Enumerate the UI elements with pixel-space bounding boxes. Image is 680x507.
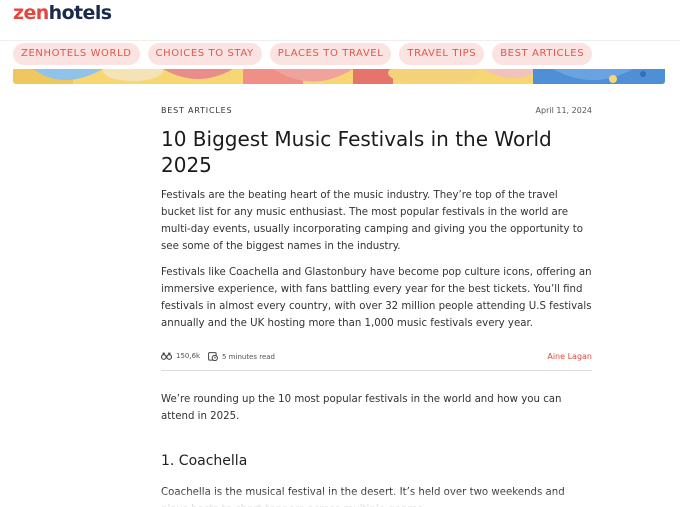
read-time-stat: 5 minutes read — [208, 352, 275, 361]
site-header: zenhotels — [0, 0, 680, 40]
article-stats: 150,6k 5 minutes read Aine Lagan — [161, 352, 592, 368]
lead-paragraph: We’re rounding up the 10 most popular fe… — [161, 394, 562, 422]
nav-best-articles[interactable]: BEST ARTICLES — [492, 43, 593, 65]
hero-illustration — [13, 69, 665, 84]
nav-zenhotels-world[interactable]: ZENHOTELS WORLD — [13, 43, 140, 65]
author-link[interactable]: Aine Lagan — [547, 352, 592, 361]
zenhotels-logo[interactable]: zenhotels — [13, 2, 112, 24]
binoculars-icon — [161, 352, 172, 360]
read-time: 5 minutes read — [222, 352, 276, 361]
nav-travel-tips[interactable]: TRAVEL TIPS — [399, 43, 485, 65]
intro-paragraph: Festivals are the beating heart of the m… — [161, 190, 583, 252]
article-meta: BEST ARTICLES April 11, 2024 — [161, 104, 592, 118]
article-title: 10 Biggest Music Festivals in the World … — [161, 127, 552, 177]
article-date: April 11, 2024 — [535, 106, 592, 115]
views-count: 150,6k — [176, 352, 201, 360]
article: BEST ARTICLES April 11, 2024 10 Biggest … — [161, 104, 592, 507]
hero-image — [13, 69, 665, 84]
intro-paragraph: Festivals like Coachella and Glastonbury… — [161, 267, 592, 329]
section-paragraph: Coachella is the musical festival in the… — [161, 487, 565, 507]
nav-places-to-travel[interactable]: PLACES TO TRAVEL — [269, 43, 392, 65]
article-category[interactable]: BEST ARTICLES — [161, 106, 232, 115]
category-nav: ZENHOTELS WORLD CHOICES TO STAY PLACES T… — [13, 43, 593, 65]
section-heading: 1. Coachella — [161, 453, 248, 469]
clock-book-icon — [208, 352, 218, 361]
stats-divider — [161, 370, 592, 371]
header-divider — [0, 40, 680, 41]
views-stat: 150,6k — [161, 352, 200, 360]
nav-choices-to-stay[interactable]: CHOICES TO STAY — [147, 43, 262, 65]
